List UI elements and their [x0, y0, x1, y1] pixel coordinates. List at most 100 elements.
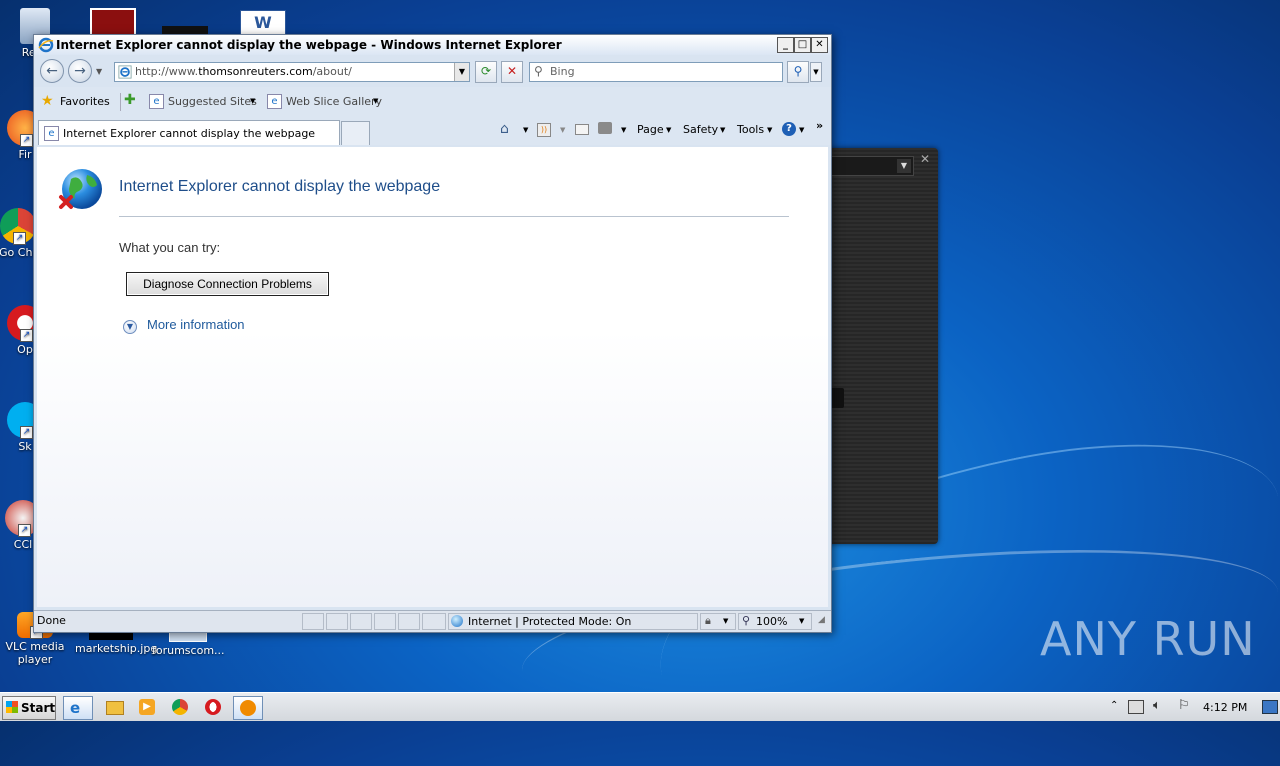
desktop-icon-label: VLC media player	[5, 640, 65, 666]
status-pane	[326, 613, 348, 630]
status-bar: Done Internet | Protected Mode: On 🔒︎ ▼ …	[34, 610, 831, 631]
ie-logo-icon: e	[70, 699, 81, 717]
home-icon[interactable]: ⌂	[500, 121, 509, 137]
zoom-icon: ⚲	[742, 614, 751, 627]
security-zone-pane[interactable]: Internet | Protected Mode: On	[448, 613, 698, 630]
stop-button[interactable]: ✕	[501, 61, 523, 83]
expand-chevron-icon[interactable]: ▼	[123, 320, 137, 334]
read-mail-icon[interactable]	[575, 124, 589, 135]
word-icon[interactable]: W	[240, 10, 286, 36]
media-player-icon: ▶	[139, 699, 155, 715]
more-commands-chevron-icon[interactable]: »	[816, 119, 823, 132]
search-placeholder: Bing	[550, 65, 575, 78]
url-prefix: http://www.	[135, 65, 199, 78]
anyrun-watermark: ANY RUN	[1040, 612, 1256, 666]
ie-logo-icon	[38, 37, 54, 53]
more-information-link[interactable]: More information	[147, 317, 245, 332]
windows-logo-icon	[6, 701, 18, 713]
tools-menu-button[interactable]: Tools	[737, 123, 764, 136]
chevron-down-icon[interactable]: ▼	[373, 97, 378, 105]
chevron-down-icon: ▼	[723, 617, 729, 625]
chrome-icon: ↗	[0, 208, 36, 245]
help-icon[interactable]: ?	[782, 122, 796, 136]
taskbar-ie-button[interactable]: e	[63, 696, 93, 720]
globe-error-icon	[59, 169, 102, 209]
favorites-bar: ★ Favorites ✚ e Suggested Sites ▼ e Web …	[34, 87, 831, 117]
opera-icon	[205, 699, 221, 715]
diagnose-connection-problems-button[interactable]: Diagnose Connection Problems	[126, 272, 329, 296]
dark-window-dropdown[interactable]: ▼	[830, 156, 914, 176]
search-options-chevron-icon[interactable]: ▼	[810, 62, 822, 82]
maximize-button[interactable]: □	[794, 37, 811, 53]
address-bar[interactable]: http://www.thomsonreuters.com/about/ ▼	[114, 62, 470, 82]
chevron-down-icon: ▼	[799, 617, 805, 625]
safety-menu-button[interactable]: Safety	[683, 123, 718, 136]
back-button[interactable]: ←	[40, 59, 64, 83]
page-menu-button[interactable]: Page	[637, 123, 664, 136]
taskbar-media-player-button[interactable]: ▶	[133, 696, 161, 718]
protected-mode-pane[interactable]: 🔒︎ ▼	[700, 613, 736, 630]
show-desktop-button[interactable]	[1262, 700, 1278, 714]
internet-zone-globe-icon	[451, 615, 463, 627]
search-button[interactable]: ⚲	[787, 61, 809, 83]
address-url: http://www.thomsonreuters.com/about/	[135, 65, 352, 78]
shortcut-arrow-icon: ↗	[18, 524, 31, 537]
feeds-icon[interactable]: ))	[537, 123, 551, 137]
favorites-button[interactable]: Favorites	[60, 95, 110, 108]
window-title: Internet Explorer cannot display the web…	[56, 38, 562, 52]
volume-icon[interactable]: 🔈︎	[1153, 698, 1161, 713]
divider	[119, 216, 789, 217]
tab-current[interactable]: e Internet Explorer cannot display the w…	[38, 120, 340, 145]
chevron-down-icon[interactable]: ▼	[720, 126, 725, 134]
divider	[120, 93, 121, 111]
desktop-icon-label: Sk	[18, 440, 32, 453]
url-path: /about/	[312, 65, 352, 78]
print-icon[interactable]	[598, 122, 612, 134]
refresh-button[interactable]: ⟳	[475, 61, 497, 83]
minimize-button[interactable]: _	[777, 37, 794, 53]
add-favorites-icon[interactable]: ✚	[124, 92, 136, 108]
start-label: Start	[21, 701, 56, 715]
status-pane	[302, 613, 324, 630]
clock[interactable]: 4:12 PM	[1203, 701, 1247, 714]
chevron-down-icon[interactable]: ▼	[621, 126, 626, 134]
desktop-icon-marketship[interactable]: marketship.jpg	[75, 630, 157, 655]
chevron-down-icon[interactable]: ▼	[560, 126, 565, 134]
favorites-item-suggested-sites[interactable]: Suggested Sites	[168, 95, 257, 108]
search-icon: ⚲	[534, 64, 543, 78]
ie-page-icon: e	[44, 126, 59, 141]
chevron-down-icon[interactable]: ▼	[250, 97, 255, 105]
ie-page-icon: e	[149, 94, 164, 109]
ie-page-icon: e	[267, 94, 282, 109]
taskbar: Start e ▶ ⌃ 🔈︎ ⚐ 4:12 PM	[0, 692, 1280, 721]
search-box[interactable]: ⚲ Bing	[529, 62, 783, 82]
chevron-down-icon[interactable]: ▼	[799, 126, 804, 134]
chevron-down-icon[interactable]: ▼	[666, 126, 671, 134]
desktop-icon-label: Fir	[18, 148, 32, 161]
close-icon[interactable]: ✕	[920, 152, 930, 166]
desktop-icon-partial[interactable]	[162, 26, 208, 34]
taskbar-opera-button[interactable]	[199, 696, 227, 718]
address-dropdown-chevron-icon[interactable]: ▼	[454, 63, 469, 81]
action-center-flag-icon[interactable]: ⚐	[1178, 698, 1190, 713]
zoom-pane[interactable]: ⚲ 100% ▼	[738, 613, 812, 630]
status-pane	[374, 613, 396, 630]
resize-grip-icon[interactable]: ◢	[818, 615, 825, 625]
dark-window-control[interactable]	[830, 388, 844, 408]
desktop-icon-label: marketship.jpg	[75, 642, 158, 655]
taskbar-app-button[interactable]	[233, 696, 263, 720]
network-icon[interactable]	[1128, 700, 1144, 714]
recent-pages-chevron-icon[interactable]: ▼	[96, 67, 102, 76]
new-tab-button[interactable]	[341, 121, 370, 145]
chevron-down-icon[interactable]: ▼	[523, 126, 528, 134]
show-hidden-icons-chevron[interactable]: ⌃	[1110, 700, 1118, 711]
desktop-icon-forumscom[interactable]: forumscom...	[152, 630, 225, 657]
close-button[interactable]: ✕	[811, 37, 828, 53]
desktop-icon-label: CCl	[13, 538, 33, 551]
forward-button[interactable]: →	[68, 59, 92, 83]
taskbar-chrome-button[interactable]	[166, 696, 194, 718]
start-button[interactable]: Start	[2, 696, 56, 720]
chevron-down-icon[interactable]: ▼	[767, 126, 772, 134]
favorites-item-web-slice-gallery[interactable]: Web Slice Gallery	[286, 95, 382, 108]
taskbar-explorer-button[interactable]	[100, 696, 128, 718]
